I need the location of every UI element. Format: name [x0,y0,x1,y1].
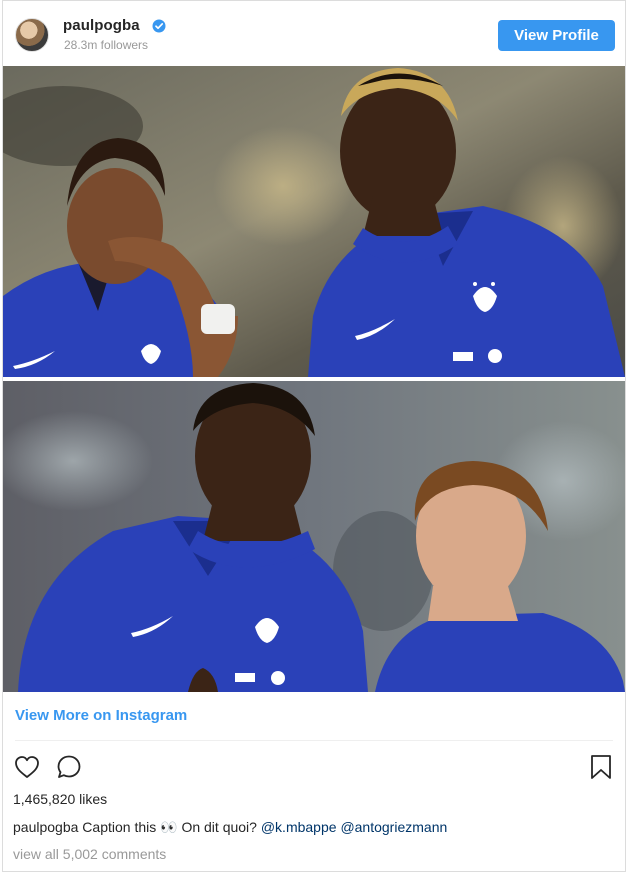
view-profile-button[interactable]: View Profile [498,20,615,51]
caption-username[interactable]: paulpogba [13,819,78,835]
photo-bottom-image [3,381,625,692]
follower-count: 28.3m followers [64,38,149,52]
mention-mbappe[interactable]: @k.mbappe [261,819,337,835]
post-photo-top[interactable] [3,66,625,377]
caption-emoji: 👀 [160,819,178,835]
post-photo-bottom[interactable] [3,381,625,692]
heart-icon[interactable] [13,753,41,781]
view-more-on-instagram-link[interactable]: View More on Instagram [15,707,187,724]
post-caption: paulpogba Caption this 👀 On dit quoi? @k… [13,819,447,836]
caption-text: Caption this [82,819,157,835]
username[interactable]: paulpogba [63,17,140,34]
comment-bubble-icon[interactable] [55,753,83,781]
verified-badge-icon [152,19,166,33]
post-header: paulpogba 28.3m followers View Profile [3,1,625,65]
bookmark-icon[interactable] [588,753,614,781]
caption-text-french: On dit quoi? [181,819,257,835]
photo-top-image [3,66,625,377]
view-all-comments-link[interactable]: view all 5,002 comments [13,846,166,862]
like-count[interactable]: 1,465,820 likes [13,791,107,807]
instagram-embed: paulpogba 28.3m followers View Profile V… [2,0,626,872]
avatar[interactable] [15,18,49,52]
divider [15,740,613,741]
mention-griezmann[interactable]: @antogriezmann [340,819,447,835]
